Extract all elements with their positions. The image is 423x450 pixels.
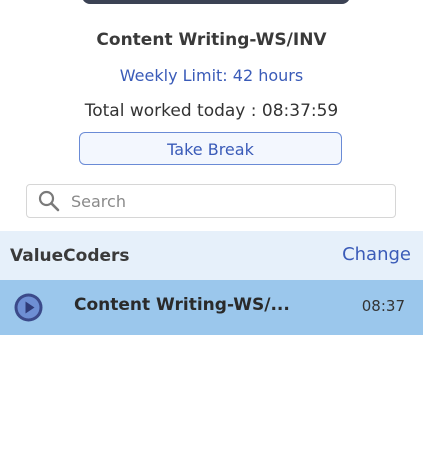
- take-break-button[interactable]: Take Break: [79, 132, 342, 165]
- task-time: 08:37: [361, 297, 405, 315]
- search-input[interactable]: [71, 187, 371, 215]
- organization-row: ValueCoders Change: [0, 231, 423, 280]
- change-organization-link[interactable]: Change: [342, 244, 411, 265]
- search-icon: [27, 185, 71, 217]
- project-title: Content Writing-WS/INV: [96, 30, 327, 50]
- play-circle-icon[interactable]: [13, 292, 44, 323]
- task-name: Content Writing-WS/...: [74, 295, 290, 315]
- top-button-fragment[interactable]: [82, 0, 350, 4]
- search-box[interactable]: [26, 184, 396, 218]
- total-worked-today: Total worked today : 08:37:59: [84, 101, 339, 121]
- organization-name: ValueCoders: [10, 246, 130, 266]
- task-row[interactable]: Content Writing-WS/... 08:37: [0, 280, 423, 335]
- weekly-limit-text: Weekly Limit: 42 hours: [119, 66, 304, 85]
